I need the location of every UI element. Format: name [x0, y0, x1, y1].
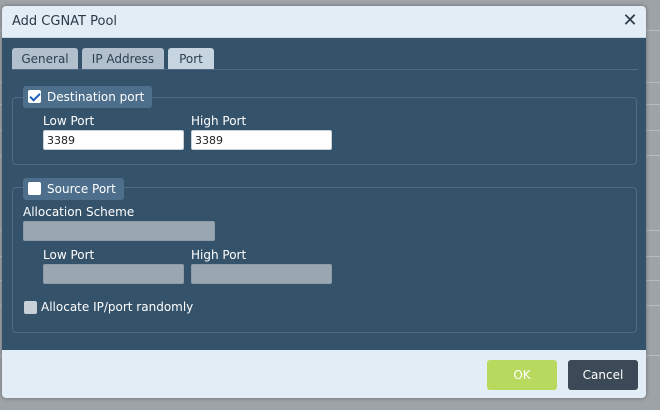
destination-port-toggle[interactable]: Destination port — [23, 86, 153, 108]
destination-port-checkbox[interactable] — [28, 90, 41, 103]
tab-divider — [12, 69, 638, 70]
destination-port-label: Destination port — [47, 90, 145, 104]
source-low-port-input[interactable] — [43, 264, 184, 284]
source-high-port-label: High Port — [191, 248, 247, 262]
destination-low-port-input[interactable] — [43, 130, 184, 150]
source-high-port-input[interactable] — [191, 264, 332, 284]
source-low-port-label: Low Port — [43, 248, 95, 262]
dialog-titlebar: Add CGNAT Pool ✕ — [2, 6, 646, 38]
allocate-randomly-checkbox[interactable] — [24, 301, 37, 314]
dialog-footer: OK Cancel — [2, 350, 646, 398]
source-port-checkbox[interactable] — [28, 182, 41, 195]
dialog-title: Add CGNAT Pool — [12, 14, 118, 29]
cancel-button[interactable]: Cancel — [568, 360, 638, 390]
allocation-scheme-label: Allocation Scheme — [23, 205, 135, 219]
destination-high-port-input[interactable] — [191, 130, 332, 150]
allocate-randomly-label: Allocate IP/port randomly — [41, 300, 194, 314]
tab-ip-address[interactable]: IP Address — [82, 48, 164, 70]
tab-general[interactable]: General — [12, 48, 78, 70]
destination-high-port-label: High Port — [191, 114, 247, 128]
add-cgnat-pool-dialog: Add CGNAT Pool ✕ General IP Address Port… — [2, 6, 646, 398]
source-port-label: Source Port — [47, 182, 116, 196]
close-icon[interactable]: ✕ — [622, 11, 638, 31]
ok-button[interactable]: OK — [487, 360, 557, 390]
allocation-scheme-select[interactable] — [23, 221, 215, 241]
destination-low-port-label: Low Port — [43, 114, 95, 128]
tab-port[interactable]: Port — [168, 48, 214, 70]
source-port-toggle[interactable]: Source Port — [23, 178, 124, 200]
